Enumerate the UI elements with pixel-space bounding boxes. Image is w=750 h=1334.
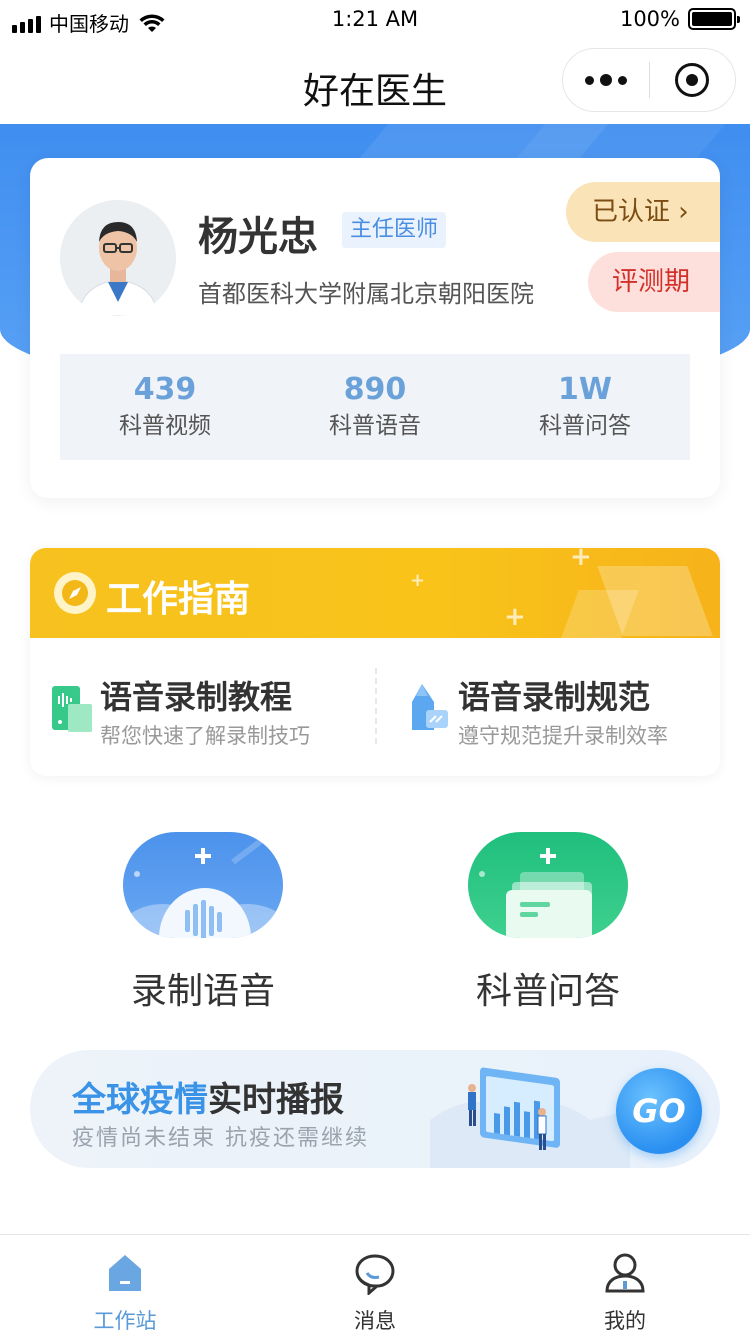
target-icon bbox=[675, 63, 710, 97]
doctor-profile-card: 杨光忠 主任医师 首都医科大学附属北京朝阳医院 已认证 › 评测期 439 科普… bbox=[30, 158, 720, 498]
record-voice-button[interactable]: 录制语音 bbox=[93, 832, 313, 1012]
banner-title-highlight: 全球疫情 bbox=[72, 1080, 208, 1120]
science-qa-icon bbox=[468, 832, 628, 938]
home-icon bbox=[109, 1255, 141, 1291]
banner-title: 全球疫情实时播报 bbox=[72, 1072, 344, 1121]
data-board-illustration-icon bbox=[430, 1067, 630, 1168]
mini-program-capsule bbox=[562, 48, 736, 112]
guide-item-subtitle: 帮您快速了解录制技巧 bbox=[100, 724, 310, 748]
science-qa-button[interactable]: 科普问答 bbox=[438, 832, 658, 1012]
guide-item-subtitle: 遵守规范提升录制效率 bbox=[458, 724, 668, 748]
banner-title-rest: 实时播报 bbox=[208, 1080, 344, 1120]
banner-subtitle: 疫情尚未结束 抗疫还需继续 bbox=[72, 1126, 369, 1151]
more-dot-icon bbox=[599, 74, 612, 86]
doctor-name: 杨光忠 bbox=[198, 214, 318, 260]
stat-voices[interactable]: 890 科普语音 bbox=[270, 354, 480, 460]
guide-recording-standards[interactable]: 语音录制规范 遵守规范提升录制效率 bbox=[408, 670, 708, 750]
user-icon bbox=[605, 1253, 645, 1293]
compass-icon bbox=[54, 572, 96, 614]
stat-qa[interactable]: 1W 科普问答 bbox=[480, 354, 690, 460]
battery-icon bbox=[688, 8, 740, 30]
status-right: 100% bbox=[619, 7, 740, 31]
certified-tag[interactable]: 已认证 › bbox=[566, 182, 720, 242]
stats-panel: 439 科普视频 890 科普语音 1W 科普问答 bbox=[60, 354, 690, 460]
go-button[interactable]: GO bbox=[616, 1068, 702, 1154]
sparkle-plus-icon: + bbox=[410, 570, 426, 591]
action-label: 录制语音 bbox=[130, 971, 275, 1012]
nav-bar: 好在医生 bbox=[0, 40, 750, 124]
hospital-name: 首都医科大学附属北京朝阳医院 bbox=[198, 280, 534, 308]
work-guide-title: 工作指南 bbox=[106, 579, 251, 620]
stat-label: 科普视频 bbox=[119, 413, 211, 439]
evaluation-period-tag: 评测期 bbox=[588, 252, 720, 312]
guide-item-title: 语音录制规范 bbox=[458, 678, 651, 716]
doctor-portrait-icon bbox=[60, 200, 176, 316]
more-dot-icon bbox=[584, 75, 594, 85]
doctor-title-badge: 主任医师 bbox=[342, 212, 447, 248]
stat-label: 科普语音 bbox=[329, 413, 421, 439]
tab-label: 工作站 bbox=[93, 1309, 157, 1333]
stat-value: 1W bbox=[558, 372, 612, 407]
water-drop-icon bbox=[412, 684, 448, 730]
stat-value: 890 bbox=[343, 372, 407, 407]
close-mini-program-button[interactable] bbox=[650, 48, 736, 112]
guide-recording-tutorial[interactable]: 语音录制教程 帮您快速了解录制技巧 bbox=[50, 670, 370, 750]
stat-label: 科普问答 bbox=[539, 413, 631, 439]
stat-videos[interactable]: 439 科普视频 bbox=[60, 354, 270, 460]
tab-profile[interactable]: 我的 bbox=[500, 1235, 750, 1334]
work-guide-header: + + + 工作指南 bbox=[30, 548, 720, 638]
chat-bubble-icon bbox=[355, 1254, 395, 1297]
more-menu-button[interactable] bbox=[563, 48, 649, 112]
battery-percent: 100% bbox=[619, 7, 680, 31]
action-label: 科普问答 bbox=[475, 971, 620, 1012]
work-guide-card: + + + 工作指南 语音录制教程 帮您快速了解录制技巧 语音录制规范 遵守规范… bbox=[30, 548, 720, 776]
more-dot-icon bbox=[617, 75, 627, 85]
sparkle-plus-icon: + bbox=[504, 602, 526, 632]
record-voice-icon bbox=[123, 832, 283, 938]
voice-tutorial-icon bbox=[52, 686, 92, 732]
stat-value: 439 bbox=[133, 372, 197, 407]
avatar[interactable] bbox=[60, 200, 176, 316]
sparkle-plus-icon: + bbox=[570, 548, 592, 572]
guide-divider bbox=[375, 668, 377, 744]
guide-item-title: 语音录制教程 bbox=[100, 678, 293, 716]
tab-messages[interactable]: 消息 bbox=[250, 1235, 500, 1334]
tab-label: 我的 bbox=[604, 1309, 646, 1333]
tab-workstation[interactable]: 工作站 bbox=[0, 1235, 250, 1334]
epidemic-report-banner[interactable]: 全球疫情实时播报 疫情尚未结束 抗疫还需继续 GO bbox=[30, 1050, 720, 1168]
status-bar: 中国移动 1:21 AM 100% bbox=[0, 0, 750, 40]
bottom-tab-bar: 工作站 消息 我的 bbox=[0, 1234, 750, 1334]
tab-label: 消息 bbox=[354, 1309, 396, 1333]
